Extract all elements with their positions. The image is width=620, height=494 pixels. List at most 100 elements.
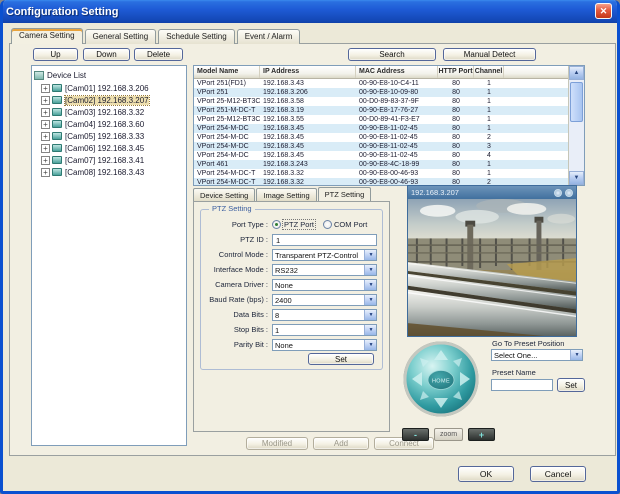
camera-icon xyxy=(52,96,62,104)
table-row[interactable]: VPort 251 192.168.3.206 00-90-E8-10-09-8… xyxy=(194,88,568,97)
com-port-radio-label[interactable]: COM Port xyxy=(334,220,367,229)
port-type-row: Port Type : PTZ Port COM Port xyxy=(206,217,377,232)
stop-bits-select[interactable]: 1 xyxy=(272,324,377,336)
tab-image-setting[interactable]: Image Setting xyxy=(256,188,316,201)
expand-plus-icon[interactable]: + xyxy=(41,132,50,141)
col-model-name[interactable]: Model Name xyxy=(194,66,260,78)
ptz-id-input[interactable]: 1 xyxy=(272,234,377,246)
main-tabstrip: Camera Setting General Setting Schedule … xyxy=(11,29,300,44)
chevron-down-icon[interactable] xyxy=(364,340,376,350)
down-button[interactable]: Down xyxy=(83,48,130,61)
ptz-setting-legend: PTZ Setting xyxy=(209,204,255,213)
add-button[interactable]: Add xyxy=(313,437,369,450)
col-ip-address[interactable]: IP Address xyxy=(260,66,356,78)
camera-driver-row: Camera Driver : None xyxy=(206,277,377,292)
control-mode-select[interactable]: Transparent PTZ-Control xyxy=(272,249,377,261)
device-tree-item[interactable]: + [Cam08] 192.168.3.43 xyxy=(41,166,184,178)
device-tree-item[interactable]: + [Cam05] 192.168.3.33 xyxy=(41,130,184,142)
tab-schedule-setting[interactable]: Schedule Setting xyxy=(158,29,235,44)
goto-preset-select[interactable]: Select One... xyxy=(491,349,583,361)
scroll-down-icon[interactable]: ▼ xyxy=(569,171,584,185)
camera-driver-select[interactable]: None xyxy=(272,279,377,291)
camera-preview-image xyxy=(408,199,576,336)
expand-plus-icon[interactable]: + xyxy=(41,120,50,129)
baud-rate-select[interactable]: 2400 xyxy=(272,294,377,306)
preset-name-input[interactable] xyxy=(491,379,553,391)
camera-table: Model Name IP Address MAC Address HTTP P… xyxy=(193,65,585,186)
col-channel[interactable]: Channel xyxy=(474,66,504,78)
chevron-down-icon[interactable] xyxy=(364,295,376,305)
ptz-port-radio-label[interactable]: PTZ Port xyxy=(283,220,315,229)
preset-set-button[interactable]: Set xyxy=(557,378,585,392)
ptz-joystick[interactable]: HOME xyxy=(403,341,479,417)
tab-event-alarm[interactable]: Event / Alarm xyxy=(237,29,301,44)
data-bits-select[interactable]: 8 xyxy=(272,309,377,321)
camera-icon xyxy=(52,168,62,176)
device-tree-item[interactable]: + [Cam07] 192.168.3.41 xyxy=(41,154,184,166)
interface-mode-select[interactable]: RS232 xyxy=(272,264,377,276)
device-list-root[interactable]: Device List xyxy=(34,69,184,82)
chevron-down-icon[interactable] xyxy=(364,280,376,290)
table-row[interactable]: VPort 251-M-DC-T 192.168.3.19 00-90-E8-1… xyxy=(194,106,568,115)
audio-icon[interactable] xyxy=(554,189,562,197)
title-bar: Configuration Setting xyxy=(0,0,620,23)
table-row[interactable]: VPort 251(FD1) 192.168.3.43 00-90-E8-10-… xyxy=(194,79,568,88)
chevron-down-icon[interactable] xyxy=(364,250,376,260)
delete-button[interactable]: Delete xyxy=(134,48,183,61)
scrollbar-thumb[interactable] xyxy=(570,82,583,122)
device-tree-item[interactable]: + [Cam04] 192.168.3.60 xyxy=(41,118,184,130)
table-row[interactable]: VPort 25-M12-BT3C 192.168.3.55 00-D0-89-… xyxy=(194,115,568,124)
modified-button[interactable]: Modified xyxy=(246,437,308,450)
zoom-out-button[interactable]: - xyxy=(402,428,429,441)
ok-button[interactable]: OK xyxy=(458,466,514,482)
ptz-set-button[interactable]: Set xyxy=(308,353,374,365)
snapshot-icon[interactable] xyxy=(565,189,573,197)
table-row[interactable]: VPort 254-M-DC 192.168.3.45 00-90-E8-11-… xyxy=(194,133,568,142)
col-mac-address[interactable]: MAC Address xyxy=(356,66,438,78)
zoom-label-button[interactable]: zoom xyxy=(434,428,463,441)
expand-plus-icon[interactable]: + xyxy=(41,84,50,93)
tab-camera-setting[interactable]: Camera Setting xyxy=(11,28,83,44)
manual-detect-button[interactable]: Manual Detect xyxy=(443,48,536,61)
up-button[interactable]: Up xyxy=(33,48,78,61)
expand-plus-icon[interactable]: + xyxy=(41,156,50,165)
device-tree-item[interactable]: + [Cam06] 192.168.3.45 xyxy=(41,142,184,154)
device-tree-item[interactable]: + [Cam02] 192.168.3.207 xyxy=(41,94,184,106)
expand-plus-icon[interactable]: + xyxy=(41,168,50,177)
close-button[interactable]: ✕ xyxy=(595,3,612,19)
search-button[interactable]: Search xyxy=(348,48,436,61)
device-tree-item[interactable]: + [Cam01] 192.168.3.206 xyxy=(41,82,184,94)
table-row[interactable]: VPort 461 192.168.3.243 00-90-E8-4C-18-9… xyxy=(194,160,568,169)
chevron-down-icon[interactable] xyxy=(570,350,582,360)
scroll-up-icon[interactable]: ▲ xyxy=(569,66,584,80)
col-http-port[interactable]: HTTP Port xyxy=(438,66,474,78)
table-row[interactable]: VPort 25-M12-BT3C 192.168.3.58 00-D0-89-… xyxy=(194,97,568,106)
com-port-radio[interactable] xyxy=(323,220,332,229)
parity-bit-select[interactable]: None xyxy=(272,339,377,351)
chevron-down-icon[interactable] xyxy=(364,265,376,275)
ptz-id-row: PTZ ID : 1 xyxy=(206,232,377,247)
device-tree-item[interactable]: + [Cam03] 192.168.3.32 xyxy=(41,106,184,118)
tab-ptz-setting[interactable]: PTZ Setting xyxy=(318,187,372,201)
zoom-in-button[interactable]: + xyxy=(468,428,495,441)
cancel-button[interactable]: Cancel xyxy=(530,466,586,482)
interface-mode-row: Interface Mode : RS232 xyxy=(206,262,377,277)
chevron-down-icon[interactable] xyxy=(364,310,376,320)
expand-plus-icon[interactable]: + xyxy=(41,144,50,153)
table-body: VPort 251(FD1) 192.168.3.43 00-90-E8-10-… xyxy=(194,79,568,186)
ptz-port-radio[interactable] xyxy=(272,220,281,229)
tab-general-setting[interactable]: General Setting xyxy=(85,29,157,44)
expand-plus-icon[interactable]: + xyxy=(41,108,50,117)
table-row[interactable]: VPort 254-M-DC-T 192.168.3.32 00-90-E8-0… xyxy=(194,169,568,178)
table-row[interactable]: VPort 254-M-DC 192.168.3.45 00-90-E8-11-… xyxy=(194,124,568,133)
setting-tabstrip: Device Setting Image Setting PTZ Setting xyxy=(193,188,371,201)
home-label: HOME xyxy=(432,379,450,385)
tab-device-setting[interactable]: Device Setting xyxy=(193,188,255,201)
table-scrollbar[interactable]: ▲ ▼ xyxy=(568,66,584,185)
table-row[interactable]: VPort 254-M-DC 192.168.3.45 00-90-E8-11-… xyxy=(194,151,568,160)
table-row[interactable]: VPort 254-M-DC 192.168.3.45 00-90-E8-11-… xyxy=(194,142,568,151)
chevron-down-icon[interactable] xyxy=(364,325,376,335)
preset-name-label: Preset Name xyxy=(492,368,536,377)
expand-plus-icon[interactable]: + xyxy=(41,96,50,105)
camera-icon xyxy=(52,108,62,116)
